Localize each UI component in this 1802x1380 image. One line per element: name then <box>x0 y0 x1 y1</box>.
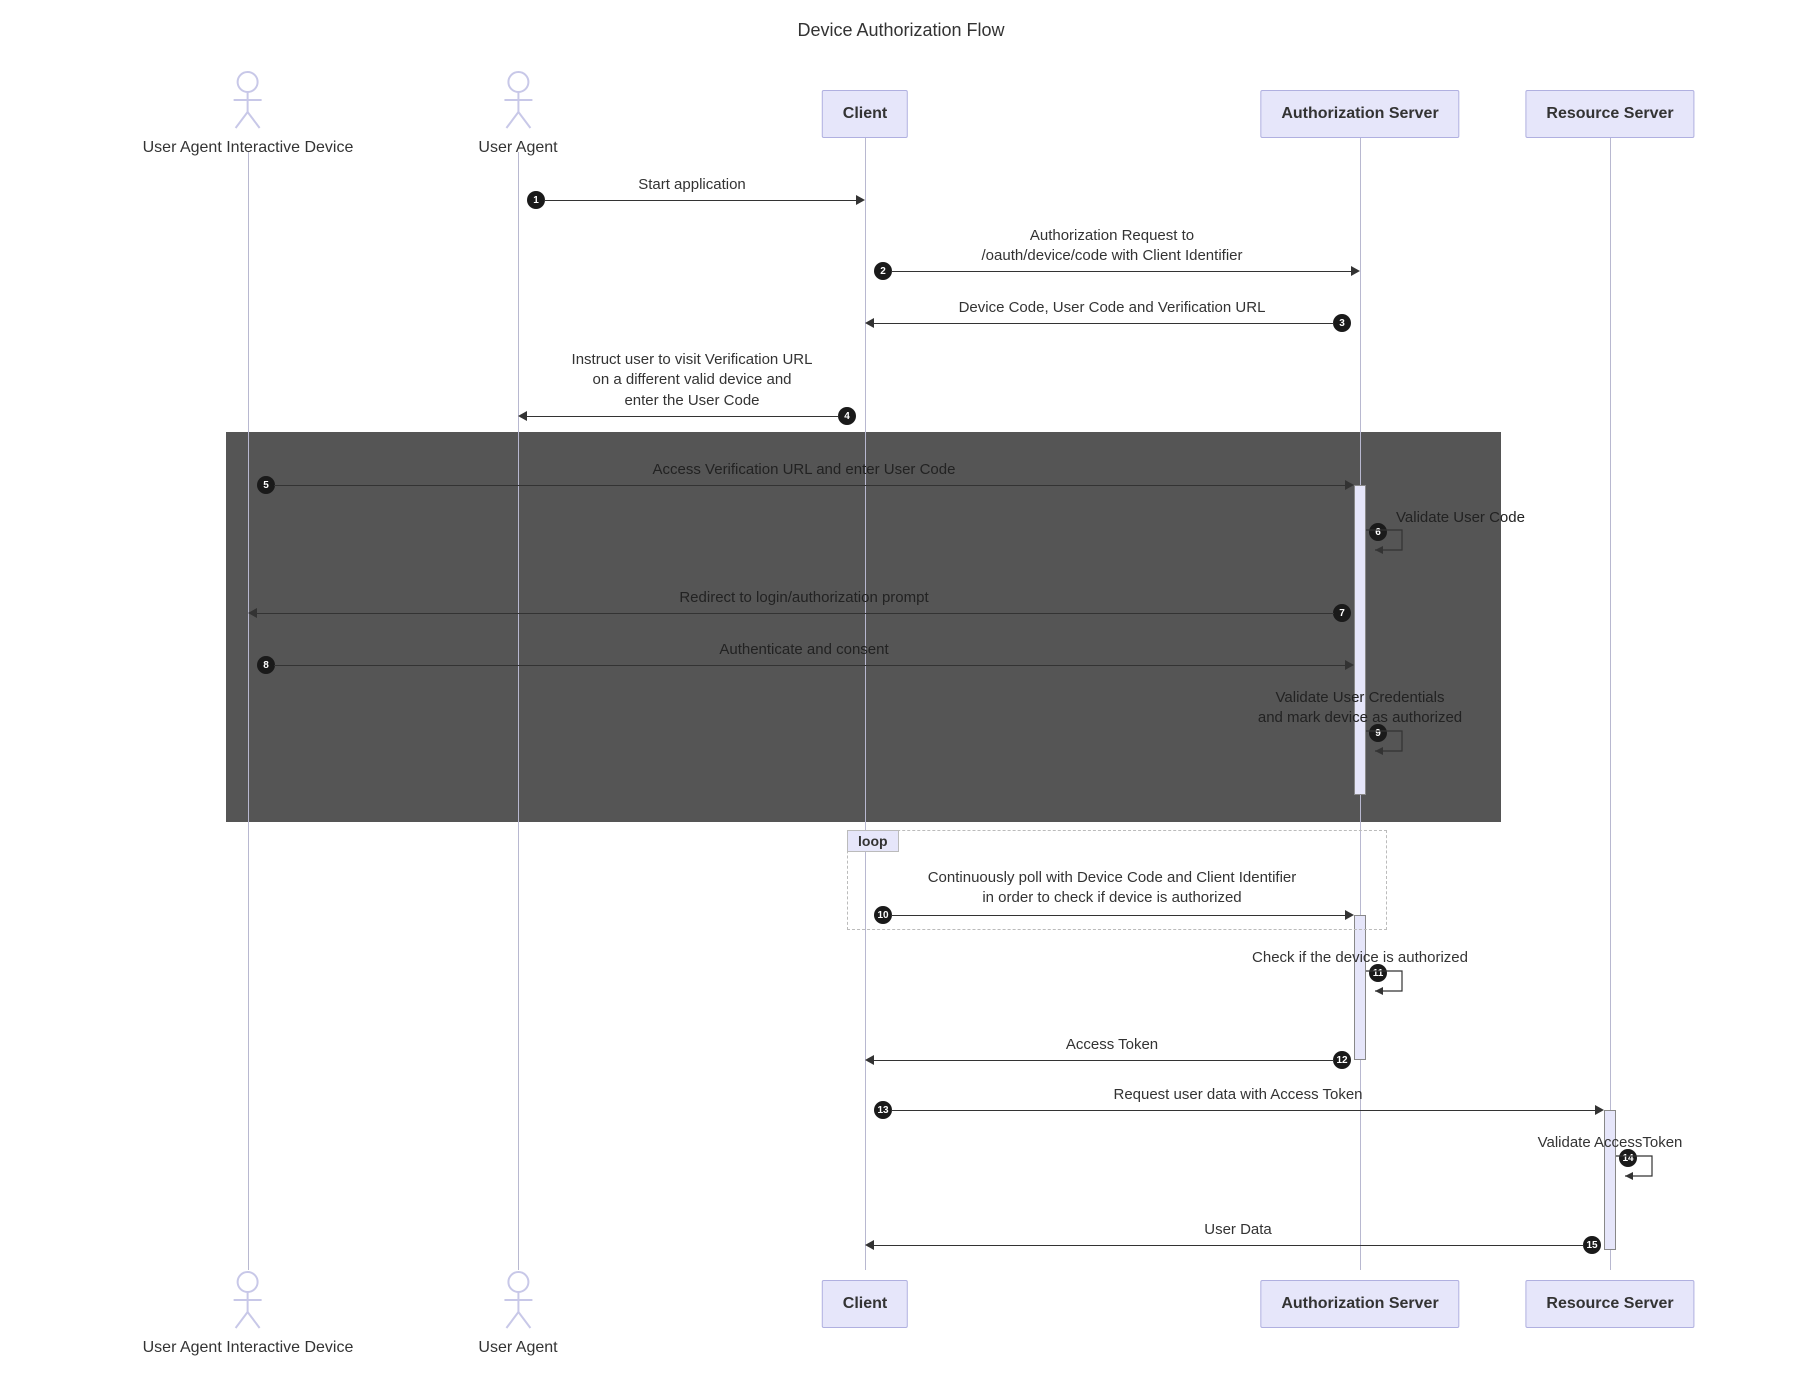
person-icon <box>498 70 538 130</box>
arrowhead-icon <box>865 1055 874 1065</box>
sequence-number: 1 <box>527 191 545 209</box>
actor-uaid-bottom: User Agent Interactive Device <box>143 1270 354 1357</box>
message-arrow <box>274 485 1345 486</box>
person-icon <box>228 1270 268 1330</box>
message-arrow <box>274 665 1345 666</box>
message-label: Device Code, User Code and Verification … <box>959 298 1266 318</box>
lifeline-ua <box>518 152 519 1270</box>
self-message <box>1366 725 1416 766</box>
arrowhead-icon <box>856 195 865 205</box>
message-label: Access Verification URL and enter User C… <box>653 460 956 480</box>
arrowhead-icon <box>1345 660 1354 670</box>
diagram-title: Device Authorization Flow <box>797 20 1004 41</box>
sequence-diagram: Device Authorization Flow User Agent Int… <box>20 20 1782 1360</box>
sequence-number: 3 <box>1333 314 1351 332</box>
message-arrow <box>891 271 1351 272</box>
sequence-number: 4 <box>838 407 856 425</box>
message-label: Validate User Credentials and mark devic… <box>1258 688 1462 729</box>
arrowhead-icon <box>1345 910 1354 920</box>
actor-label: User Agent <box>478 139 557 157</box>
message-label: Authenticate and consent <box>719 640 888 660</box>
message-label: Check if the device is authorized <box>1252 948 1468 968</box>
activation-resource <box>1604 1110 1616 1250</box>
message-arrow <box>257 613 1334 614</box>
sequence-number: 13 <box>874 1101 892 1119</box>
message-arrow <box>874 1060 1334 1061</box>
message-arrow <box>874 323 1334 324</box>
message-arrow <box>544 200 856 201</box>
actor-label: User Agent Interactive Device <box>143 139 354 157</box>
message-label: Request user data with Access Token <box>1113 1085 1362 1105</box>
actor-ua-top: User Agent <box>478 70 557 157</box>
actor-label: User Agent <box>478 1339 557 1357</box>
message-label: Access Token <box>1066 1035 1158 1055</box>
message-label: User Data <box>1204 1220 1272 1240</box>
participant-auth-bottom: Authorization Server <box>1260 1280 1459 1328</box>
arrowhead-icon <box>865 318 874 328</box>
message-label: Authorization Request to /oauth/device/c… <box>982 226 1243 267</box>
activation-auth-1 <box>1354 485 1366 795</box>
self-message <box>1616 1150 1666 1191</box>
lifeline-client <box>865 138 866 1270</box>
message-label: Redirect to login/authorization prompt <box>679 588 928 608</box>
actor-uaid-top: User Agent Interactive Device <box>143 70 354 157</box>
participant-resource-top: Resource Server <box>1525 90 1694 138</box>
actor-label: User Agent Interactive Device <box>143 1339 354 1357</box>
sequence-number: 10 <box>874 906 892 924</box>
participant-auth-top: Authorization Server <box>1260 90 1459 138</box>
participant-client-top: Client <box>822 90 908 138</box>
activation-auth-2 <box>1354 915 1366 1060</box>
message-arrow <box>891 915 1345 916</box>
sequence-number: 2 <box>874 262 892 280</box>
participant-client-bottom: Client <box>822 1280 908 1328</box>
message-arrow <box>527 416 839 417</box>
message-label: Start application <box>638 175 746 195</box>
lifeline-resource <box>1610 138 1611 1270</box>
arrowhead-icon <box>518 411 527 421</box>
highlight-region <box>226 432 1501 822</box>
sequence-number: 15 <box>1583 1236 1601 1254</box>
message-label: Instruct user to visit Verification URL … <box>572 350 813 411</box>
sequence-number: 7 <box>1333 604 1351 622</box>
arrowhead-icon <box>1345 480 1354 490</box>
message-label: Continuously poll with Device Code and C… <box>928 868 1297 909</box>
arrowhead-icon <box>865 1240 874 1250</box>
actor-ua-bottom: User Agent <box>478 1270 557 1357</box>
lifeline-uaid <box>248 152 249 1270</box>
sequence-number: 5 <box>257 476 275 494</box>
person-icon <box>498 1270 538 1330</box>
arrowhead-icon <box>1351 266 1360 276</box>
arrowhead-icon <box>248 608 257 618</box>
participant-resource-bottom: Resource Server <box>1525 1280 1694 1328</box>
person-icon <box>228 70 268 130</box>
arrowhead-icon <box>1595 1105 1604 1115</box>
self-message <box>1366 965 1416 1006</box>
message-arrow <box>891 1110 1595 1111</box>
self-message <box>1366 524 1416 565</box>
sequence-number: 8 <box>257 656 275 674</box>
loop-label: loop <box>847 830 899 852</box>
sequence-number: 12 <box>1333 1051 1351 1069</box>
message-arrow <box>874 1245 1584 1246</box>
